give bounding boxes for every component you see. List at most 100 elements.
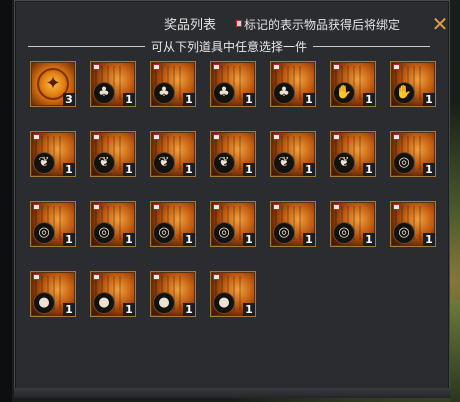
item-quantity: 1	[243, 303, 255, 316]
reward-item-slot[interactable]: ❦ 1	[90, 131, 136, 177]
reward-item-slot[interactable]: ❦ 1	[270, 131, 316, 177]
reward-item-slot[interactable]: ◎ 1	[330, 201, 376, 247]
item-grid: ✦ 3 ♣ 1 ♣ 1 ♣ 1 ♣ 1 ✋ 1 ✋ 1 ❦ 1 ❦ 1 ❦ 1 ❦ 1 ❦ 1 ❦ 1 ◎ 1 ◎ 1 ◎ 1 ◎ 1 ◎ 1 ◎ 1 ◎ 1…	[30, 61, 440, 321]
item-quantity: 1	[423, 233, 435, 246]
item-quantity: 1	[363, 93, 375, 106]
ring-icon: ◎	[393, 222, 415, 244]
boots-icon: ❦	[333, 152, 355, 174]
reward-item-slot[interactable]: ● 1	[90, 271, 136, 317]
item-quantity: 1	[363, 233, 375, 246]
item-quantity: 1	[63, 233, 75, 246]
reward-item-slot[interactable]: ✋ 1	[330, 61, 376, 107]
bind-mark-icon	[213, 64, 220, 70]
reward-item-slot[interactable]: ◎ 1	[390, 131, 436, 177]
reward-item-slot[interactable]: ● 1	[30, 271, 76, 317]
armor-icon: ♣	[273, 82, 295, 104]
reward-item-slot[interactable]: ◎ 1	[390, 201, 436, 247]
panel-title: 奖品列表	[163, 18, 216, 33]
reward-item-slot[interactable]: ♣ 1	[150, 61, 196, 107]
item-quantity: 1	[243, 163, 255, 176]
bind-lock-icon	[236, 20, 242, 27]
reward-item-slot[interactable]: ❦ 1	[210, 131, 256, 177]
reward-item-slot[interactable]: ❦ 1	[150, 131, 196, 177]
item-quantity: 1	[183, 93, 195, 106]
item-quantity: 1	[183, 233, 195, 246]
reward-item-slot[interactable]: ✦ 3	[30, 61, 76, 107]
bind-mark-icon	[333, 204, 340, 210]
item-quantity: 1	[423, 93, 435, 106]
bind-mark-icon	[333, 134, 340, 140]
reward-item-slot[interactable]: ✋ 1	[390, 61, 436, 107]
bind-mark-icon	[153, 274, 160, 280]
item-quantity: 1	[303, 233, 315, 246]
bind-mark-icon	[393, 64, 400, 70]
bind-mark-icon	[213, 204, 220, 210]
armor-icon: ♣	[213, 82, 235, 104]
ring-icon: ◎	[213, 222, 235, 244]
armor-icon: ♣	[153, 82, 175, 104]
cape-icon: ●	[153, 292, 175, 314]
bind-note-text: 标记的表示物品获得后将绑定	[244, 18, 401, 32]
item-quantity: 1	[123, 163, 135, 176]
item-quantity: 1	[63, 303, 75, 316]
bind-mark-icon	[273, 134, 280, 140]
reward-item-slot[interactable]: ♣ 1	[210, 61, 256, 107]
item-quantity: 1	[303, 163, 315, 176]
panel-bottom-bar	[14, 388, 450, 398]
bind-mark-icon	[393, 204, 400, 210]
scene-background	[450, 300, 460, 402]
item-quantity: 1	[363, 163, 375, 176]
item-quantity: 1	[123, 93, 135, 106]
choose-one-header: 可从下列道具中任意选择一件	[28, 38, 431, 54]
reward-item-slot[interactable]: ♣ 1	[90, 61, 136, 107]
bind-mark-icon	[93, 134, 100, 140]
boots-icon: ❦	[213, 152, 235, 174]
boots-icon: ❦	[33, 152, 55, 174]
reward-item-slot[interactable]: ◎ 1	[210, 201, 256, 247]
close-icon: ✕	[431, 12, 449, 36]
reward-item-slot[interactable]: ❦ 1	[330, 131, 376, 177]
cape-icon: ●	[93, 292, 115, 314]
bind-mark-icon	[93, 274, 100, 280]
reward-item-slot[interactable]: ◎ 1	[30, 201, 76, 247]
item-quantity: 1	[183, 163, 195, 176]
bind-mark-icon	[213, 274, 220, 280]
bind-mark-icon	[93, 64, 100, 70]
ring-icon: ◎	[273, 222, 295, 244]
divider	[313, 45, 431, 47]
item-quantity: 1	[243, 233, 255, 246]
ring-icon: ◎	[153, 222, 175, 244]
item-quantity: 1	[303, 93, 315, 106]
item-quantity: 1	[183, 303, 195, 316]
ring-icon: ◎	[393, 152, 415, 174]
bind-mark-icon	[33, 274, 40, 280]
cape-icon: ●	[213, 292, 235, 314]
ring-icon: ◎	[333, 222, 355, 244]
reward-item-slot[interactable]: ◎ 1	[270, 201, 316, 247]
reward-item-slot[interactable]: ❦ 1	[30, 131, 76, 177]
bind-mark-icon	[33, 134, 40, 140]
reward-item-slot[interactable]: ● 1	[210, 271, 256, 317]
bind-mark-icon	[333, 64, 340, 70]
item-quantity: 1	[63, 163, 75, 176]
bind-mark-icon	[153, 134, 160, 140]
divider	[28, 45, 145, 47]
reward-item-slot[interactable]: ◎ 1	[90, 201, 136, 247]
ring-icon: ◎	[93, 222, 115, 244]
boots-icon: ❦	[273, 152, 295, 174]
ring-icon: ◎	[33, 222, 55, 244]
boots-icon: ❦	[153, 152, 175, 174]
close-button[interactable]: ✕	[430, 14, 450, 34]
reward-item-slot[interactable]: ◎ 1	[150, 201, 196, 247]
bind-mark-icon	[33, 204, 40, 210]
bind-mark-icon	[393, 134, 400, 140]
bind-mark-icon	[93, 204, 100, 210]
item-quantity: 1	[123, 233, 135, 246]
armor-icon: ♣	[93, 82, 115, 104]
reward-item-slot[interactable]: ♣ 1	[270, 61, 316, 107]
bind-mark-icon	[213, 134, 220, 140]
glove-icon: ✋	[393, 82, 415, 104]
bind-mark-icon	[273, 64, 280, 70]
glove-icon: ✋	[333, 82, 355, 104]
reward-item-slot[interactable]: ● 1	[150, 271, 196, 317]
